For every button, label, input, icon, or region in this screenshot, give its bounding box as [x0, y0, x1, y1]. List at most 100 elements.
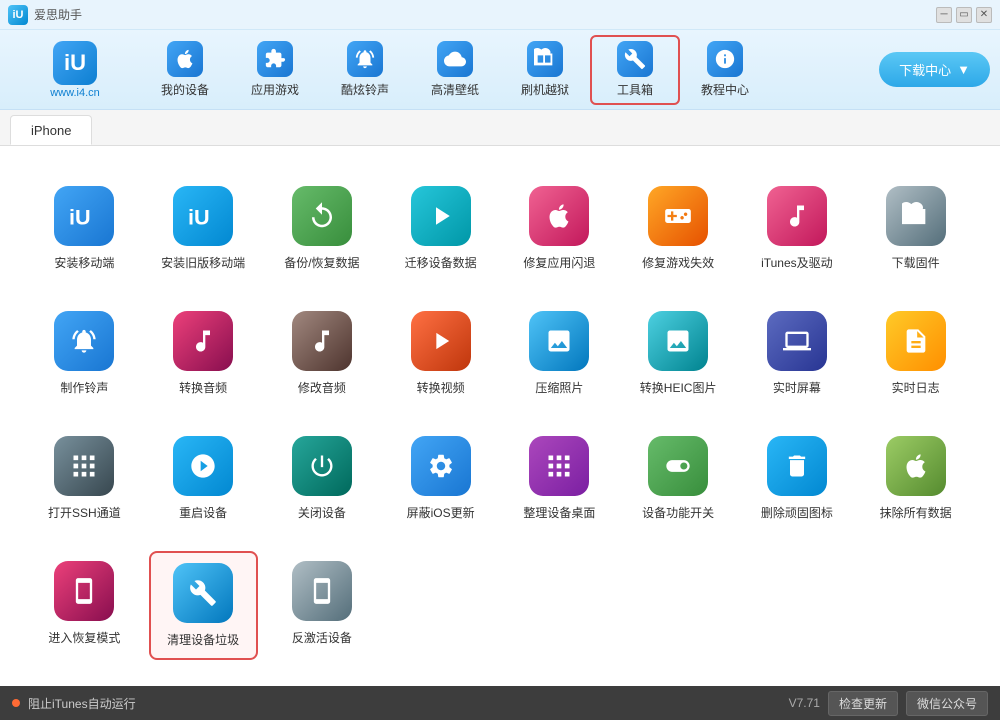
- make-ring-label: 制作铃声: [60, 379, 108, 396]
- tool-wipe-data[interactable]: 抹除所有数据: [861, 426, 970, 531]
- nav-ringtone-label: 酷炫铃声: [341, 81, 389, 98]
- delete-icon-label: 删除顽固图标: [761, 504, 833, 521]
- svg-text:iU: iU: [69, 204, 91, 229]
- deactivate-label: 反激活设备: [292, 629, 352, 646]
- tool-shutdown[interactable]: 关闭设备: [268, 426, 377, 531]
- nav-bar: 我的设备 应用游戏 酷炫铃声 高清壁纸 刷机越狱: [140, 35, 879, 105]
- shutdown-icon: [292, 436, 352, 496]
- tool-delete-icon[interactable]: 删除顽固图标: [743, 426, 852, 531]
- tab-bar: iPhone: [0, 110, 1000, 146]
- nav-wallpaper[interactable]: 高清壁纸: [410, 35, 500, 105]
- tool-realtime-log[interactable]: 实时日志: [861, 301, 970, 406]
- nav-jailbreak-label: 刷机越狱: [521, 81, 569, 98]
- shutdown-label: 关闭设备: [298, 504, 346, 521]
- tool-reboot[interactable]: 重启设备: [149, 426, 258, 531]
- ssh-tunnel-icon: [54, 436, 114, 496]
- modify-audio-icon: [292, 311, 352, 371]
- download-center-button[interactable]: 下载中心 ▼: [879, 52, 990, 87]
- close-button[interactable]: ✕: [976, 7, 992, 23]
- backup-restore-icon: [292, 186, 352, 246]
- modify-audio-label: 修改音频: [298, 379, 346, 396]
- wipe-data-icon: [886, 436, 946, 496]
- tool-realtime-screen[interactable]: 实时屏幕: [743, 301, 852, 406]
- nav-app-game-label: 应用游戏: [251, 81, 299, 98]
- organize-desktop-label: 整理设备桌面: [523, 504, 595, 521]
- nav-app-game[interactable]: 应用游戏: [230, 35, 320, 105]
- convert-audio-icon: [173, 311, 233, 371]
- wechat-button[interactable]: 微信公众号: [906, 691, 988, 716]
- tutorial-icon: [707, 41, 743, 77]
- tool-compress-photo[interactable]: 压缩照片: [505, 301, 614, 406]
- check-update-button[interactable]: 检查更新: [828, 691, 898, 716]
- tool-organize-desktop[interactable]: 整理设备桌面: [505, 426, 614, 531]
- convert-heic-label: 转换HEIC图片: [640, 379, 717, 396]
- tool-device-toggle[interactable]: 设备功能开关: [624, 426, 733, 531]
- itunes-driver-label: iTunes及驱动: [761, 254, 833, 271]
- tool-convert-video[interactable]: 转换视频: [386, 301, 495, 406]
- toolbox-icon: [617, 41, 653, 77]
- title-bar: iU 爱思助手 ─ ▭ ✕: [0, 0, 1000, 30]
- convert-audio-label: 转换音频: [179, 379, 227, 396]
- wipe-data-label: 抹除所有数据: [880, 504, 952, 521]
- main-content: iU安装移动端iU安装旧版移动端备份/恢复数据 迁移设备数据 修复应用闪退修复游戏失…: [0, 146, 1000, 686]
- status-dot: [12, 699, 20, 707]
- tool-install-old[interactable]: iU安装旧版移动端: [149, 176, 258, 281]
- my-device-icon: [167, 41, 203, 77]
- tool-deactivate[interactable]: 反激活设备: [268, 551, 377, 660]
- backup-restore-label: 备份/恢复数据: [284, 254, 359, 271]
- tool-convert-heic[interactable]: 转换HEIC图片: [624, 301, 733, 406]
- status-bar: 阻止iTunes自动运行 V7.71 检查更新 微信公众号: [0, 686, 1000, 720]
- tool-make-ring[interactable]: 制作铃声: [30, 301, 139, 406]
- realtime-log-icon: [886, 311, 946, 371]
- tool-backup-restore[interactable]: 备份/恢复数据: [268, 176, 377, 281]
- tool-repair-app[interactable]: 修复应用闪退: [505, 176, 614, 281]
- tool-recovery-mode[interactable]: 进入恢复模式: [30, 551, 139, 660]
- download-fw-icon: [886, 186, 946, 246]
- convert-video-icon: [411, 311, 471, 371]
- compress-photo-label: 压缩照片: [535, 379, 583, 396]
- compress-photo-icon: [529, 311, 589, 371]
- nav-toolbox[interactable]: 工具箱: [590, 35, 680, 105]
- block-update-label: 屏蔽iOS更新: [407, 504, 475, 521]
- tool-download-fw[interactable]: 下载固件: [861, 176, 970, 281]
- nav-jailbreak[interactable]: 刷机越狱: [500, 35, 590, 105]
- recovery-mode-icon: [54, 561, 114, 621]
- tool-clean-junk[interactable]: 清理设备垃圾: [149, 551, 258, 660]
- delete-icon-icon: [767, 436, 827, 496]
- tool-migrate-data[interactable]: 迁移设备数据: [386, 176, 495, 281]
- itunes-driver-icon: [767, 186, 827, 246]
- reboot-label: 重启设备: [179, 504, 227, 521]
- tool-convert-audio[interactable]: 转换音频: [149, 301, 258, 406]
- device-toggle-icon: [648, 436, 708, 496]
- nav-tutorial[interactable]: 教程中心: [680, 35, 770, 105]
- tools-grid: iU安装移动端iU安装旧版移动端备份/恢复数据 迁移设备数据 修复应用闪退修复游戏失…: [30, 166, 970, 670]
- tool-itunes-driver[interactable]: iTunes及驱动: [743, 176, 852, 281]
- tool-modify-audio[interactable]: 修改音频: [268, 301, 377, 406]
- minimize-button[interactable]: ─: [936, 7, 952, 23]
- tool-block-update[interactable]: 屏蔽iOS更新: [386, 426, 495, 531]
- app-logo-small: iU: [8, 5, 28, 25]
- convert-video-label: 转换视频: [417, 379, 465, 396]
- tool-ssh-tunnel[interactable]: 打开SSH通道: [30, 426, 139, 531]
- migrate-data-label: 迁移设备数据: [405, 254, 477, 271]
- jailbreak-icon: [527, 41, 563, 77]
- iphone-tab[interactable]: iPhone: [10, 115, 92, 145]
- nav-my-device[interactable]: 我的设备: [140, 35, 230, 105]
- realtime-log-label: 实时日志: [892, 379, 940, 396]
- tool-install-app[interactable]: iU安装移动端: [30, 176, 139, 281]
- logo-area: iU www.i4.cn: [10, 41, 140, 99]
- reboot-icon: [173, 436, 233, 496]
- nav-tutorial-label: 教程中心: [701, 81, 749, 98]
- restore-button[interactable]: ▭: [956, 7, 972, 23]
- nav-ringtone[interactable]: 酷炫铃声: [320, 35, 410, 105]
- block-update-icon: [411, 436, 471, 496]
- repair-game-label: 修复游戏失效: [642, 254, 714, 271]
- app-title: 爱思助手: [34, 6, 82, 23]
- download-fw-label: 下载固件: [892, 254, 940, 271]
- logo-url: www.i4.cn: [50, 87, 100, 99]
- svg-text:iU: iU: [188, 204, 210, 229]
- tool-repair-game[interactable]: 修复游戏失效: [624, 176, 733, 281]
- iphone-tab-label: iPhone: [31, 123, 71, 138]
- realtime-screen-label: 实时屏幕: [773, 379, 821, 396]
- nav-toolbox-label: 工具箱: [617, 81, 653, 98]
